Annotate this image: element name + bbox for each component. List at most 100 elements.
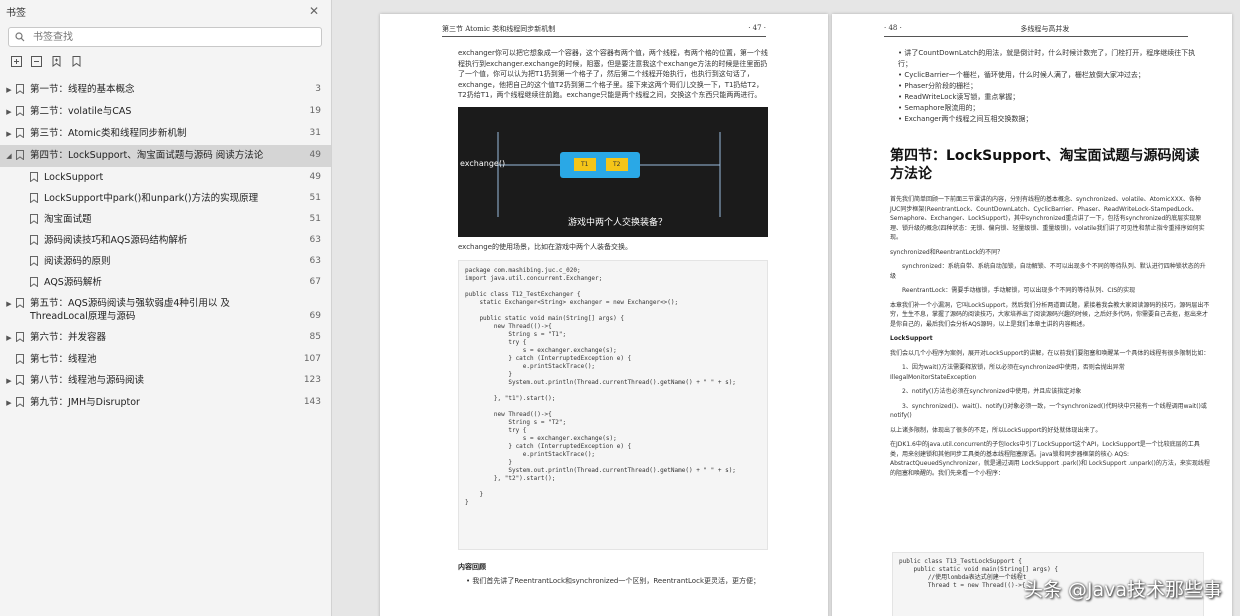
bookmark-tree: ▶ 第一节：线程的基本概念 3 ▶ 第二节：volatile与CAS 19 ▶ 第三节：A…: [0, 79, 331, 414]
bookmark-search-input[interactable]: [31, 30, 295, 44]
bookmark-icon: [16, 332, 24, 342]
code-line: try {: [465, 427, 527, 434]
close-icon[interactable]: ✕: [309, 4, 319, 18]
bullet-item: • CyclicBarrier一个栅栏，循环使用，什么时候人满了，栅栏放倒大家冲…: [898, 71, 1145, 79]
bullet-text: Phaser分阶段的栅栏；: [904, 82, 978, 90]
add-bookmark-icon[interactable]: [50, 55, 62, 67]
page-header: 第三节 Atomic 类和线程同步新机制 · 47 ·: [442, 24, 766, 37]
bookmark-icon: [16, 106, 24, 116]
bookmark-item[interactable]: ▶ 第五节：AQS源码阅读与强软弱虚4种引用以 及ThreadLocal原理与源码…: [0, 293, 331, 327]
page-header: · 48 · 多线程与高并发: [884, 24, 1188, 37]
bookmark-page: 49: [309, 172, 321, 182]
figure-t1: T1: [581, 161, 589, 168]
bookmark-item[interactable]: ▶ 第六节：并发容器 85: [0, 327, 331, 349]
review-title: 内容回顾: [458, 563, 486, 571]
page-number: · 48 ·: [884, 24, 902, 32]
expand-arrow-icon[interactable]: ▶: [4, 298, 14, 311]
bookmark-item[interactable]: ▶ 第八节：线程池与源码阅读 123: [0, 370, 331, 392]
bookmark-item[interactable]: ▶ 第一节：线程的基本概念 3: [0, 79, 331, 101]
paragraph: 2、notify()方法也必须在synchronized中使用，并且应该指定对象: [902, 388, 1082, 395]
bookmark-icon: [30, 277, 38, 287]
bookmark-subitem[interactable]: 淘宝面试题 51: [0, 209, 331, 230]
watermark: 头条 @Java技术那些事: [1023, 579, 1222, 601]
bookmark-icon: [16, 375, 24, 385]
bookmark-page: 85: [309, 332, 321, 342]
bullet-text: ReadWriteLock读写锁，重点掌握；: [904, 93, 1020, 101]
page-header-title: 第三节 Atomic 类和线程同步新机制: [442, 25, 556, 33]
bookmark-page: 63: [309, 256, 321, 266]
bookmark-page: 51: [309, 193, 321, 203]
code-line: public class T13_TestLockSupport {: [899, 558, 1022, 565]
bullet-list: • 讲了CountDownLatch的用法，就是倒计时，什么时候计数完了，门栓打…: [898, 48, 1198, 125]
paragraph: 3、synchronized()、wait()、notify()对象必须一致，一…: [890, 402, 1207, 420]
bookmark-page: 107: [303, 354, 321, 364]
expand-arrow-icon[interactable]: ▶: [4, 106, 14, 119]
bookmark-icon[interactable]: [70, 55, 82, 67]
expand-arrow-icon[interactable]: ▶: [4, 375, 14, 388]
expand-all-icon[interactable]: [10, 55, 22, 67]
paragraph: 在JDK1.6中的java.util.concurrent的子包locks中引了…: [890, 441, 1210, 477]
bookmark-subitem[interactable]: AQS源码解析 67: [0, 272, 331, 293]
expand-arrow-icon[interactable]: ▶: [4, 128, 14, 141]
page-header-title: 多线程与高并发: [1020, 25, 1070, 33]
figure-label: exchange(): [460, 159, 506, 168]
bookmark-label: 阅读源码的原则: [44, 256, 111, 267]
bookmark-subitem[interactable]: LockSupport中park()和unpark()方法的实现原理 51: [0, 188, 331, 209]
bookmark-icon: [30, 193, 38, 203]
bookmark-label: 第四节：LockSupport、淘宝面试题与源码 阅读方法论: [30, 150, 264, 161]
code-line: String s = "T2";: [465, 419, 567, 426]
bookmark-label: 第八节：线程池与源码阅读: [30, 375, 145, 386]
bookmark-subitem[interactable]: 源码阅读技巧和AQS源码结构解析 63: [0, 230, 331, 251]
expand-arrow-icon[interactable]: ▶: [4, 84, 14, 97]
bookmark-icon: [30, 235, 38, 245]
bullet-text: Exchanger两个线程之间互相交换数据；: [904, 115, 1033, 123]
bullet-text: CyclicBarrier一个栅栏，循环使用，什么时候人满了，栅栏放倒大家冲过去…: [904, 71, 1145, 79]
bookmark-icon: [16, 397, 24, 407]
paragraph: ReentrantLock：需要手动枷锁，手动解锁，可以出现多个不同的等待队列、…: [902, 287, 1136, 294]
code-line: System.out.println(Thread.currentThread(…: [465, 467, 736, 474]
bookmark-page: 63: [309, 235, 321, 245]
bookmark-label: 淘宝面试题: [44, 214, 92, 225]
code-line: new Thread(()->{: [465, 411, 552, 418]
bookmark-search-box[interactable]: [8, 27, 322, 47]
bullet-item: • ReadWriteLock读写锁，重点掌握；: [898, 93, 1020, 101]
code-line: }, "t1").start();: [465, 395, 556, 402]
code-line: s = exchanger.exchange(s);: [465, 347, 617, 354]
bookmarks-panel: 书签 ✕ ▶ 第一节：线程的基本概念 3 ▶ 第二节：volatile与CAS 19 ▶…: [0, 0, 332, 616]
bookmark-label: 第七节：线程池: [30, 354, 97, 365]
subsection-title: LockSupport: [890, 335, 933, 342]
after-figure-text: exchange的使用场景，比如在游戏中两个人装备交换。: [458, 243, 632, 251]
bookmark-page: 69: [309, 311, 321, 321]
collapse-arrow-icon[interactable]: ◢: [4, 150, 14, 163]
bookmark-label: 第一节：线程的基本概念: [30, 84, 135, 95]
bookmark-subitem[interactable]: LockSupport 49: [0, 167, 331, 188]
bookmark-item[interactable]: ▶ 第三节：Atomic类和线程同步新机制 31: [0, 123, 331, 145]
expand-arrow-icon[interactable]: ▶: [4, 332, 14, 345]
code-line: }: [465, 491, 484, 498]
collapse-all-icon[interactable]: [30, 55, 42, 67]
bookmark-subitem[interactable]: 阅读源码的原则 63: [0, 251, 331, 272]
bookmark-label: AQS源码解析: [44, 277, 102, 288]
code-line: new Thread(()->{: [465, 323, 552, 330]
bookmark-label: 第二节：volatile与CAS: [30, 106, 132, 117]
search-icon: [15, 32, 25, 42]
bookmark-item[interactable]: ▶ 第九节：JMH与Disruptor 143: [0, 392, 331, 414]
document-viewer[interactable]: 第三节 Atomic 类和线程同步新机制 · 47 · exchanger你可以…: [332, 0, 1240, 616]
bookmark-icon: [16, 84, 24, 94]
code-line: public class T12_TestExchanger {: [465, 291, 581, 298]
bookmark-icon: [16, 354, 24, 364]
code-line: import java.util.concurrent.Exchanger;: [465, 275, 603, 282]
paragraph: 我们会以几个小程序为案例，展开对LockSupport的讲解，在以前我们要阻塞和…: [890, 349, 1210, 357]
paragraph: 以上诸多限制，体现出了很多的不足，所以LockSupport的好处就体现出来了。: [890, 426, 1102, 434]
bookmark-item[interactable]: ▶ 第二节：volatile与CAS 19: [0, 101, 331, 123]
bookmark-page: 19: [309, 106, 321, 116]
bookmark-icon: [30, 214, 38, 224]
expand-arrow-icon[interactable]: ▶: [4, 397, 14, 410]
code-line: } catch (InterruptedException e) {: [465, 355, 632, 362]
code-line: }, "t2").start();: [465, 475, 556, 482]
bookmark-item[interactable]: 第七节：线程池 107: [0, 349, 331, 370]
bookmark-item-selected[interactable]: ◢ 第四节：LockSupport、淘宝面试题与源码 阅读方法论 49: [0, 145, 331, 167]
bookmark-label: LockSupport中park()和unpark()方法的实现原理: [44, 193, 259, 204]
